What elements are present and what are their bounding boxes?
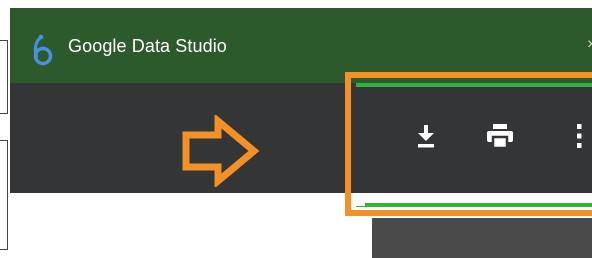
background-window-edge bbox=[0, 40, 8, 114]
close-icon[interactable]: × bbox=[587, 37, 592, 53]
data-studio-logo-icon bbox=[33, 34, 53, 66]
app-title: Google Data Studio bbox=[68, 36, 227, 56]
highlight-frame bbox=[345, 72, 592, 216]
background-window-edge bbox=[0, 140, 8, 250]
right-arrow-callout-icon bbox=[182, 115, 260, 187]
report-page-area bbox=[372, 218, 592, 258]
screenshot-stage: Google Data Studio × bbox=[0, 0, 592, 258]
